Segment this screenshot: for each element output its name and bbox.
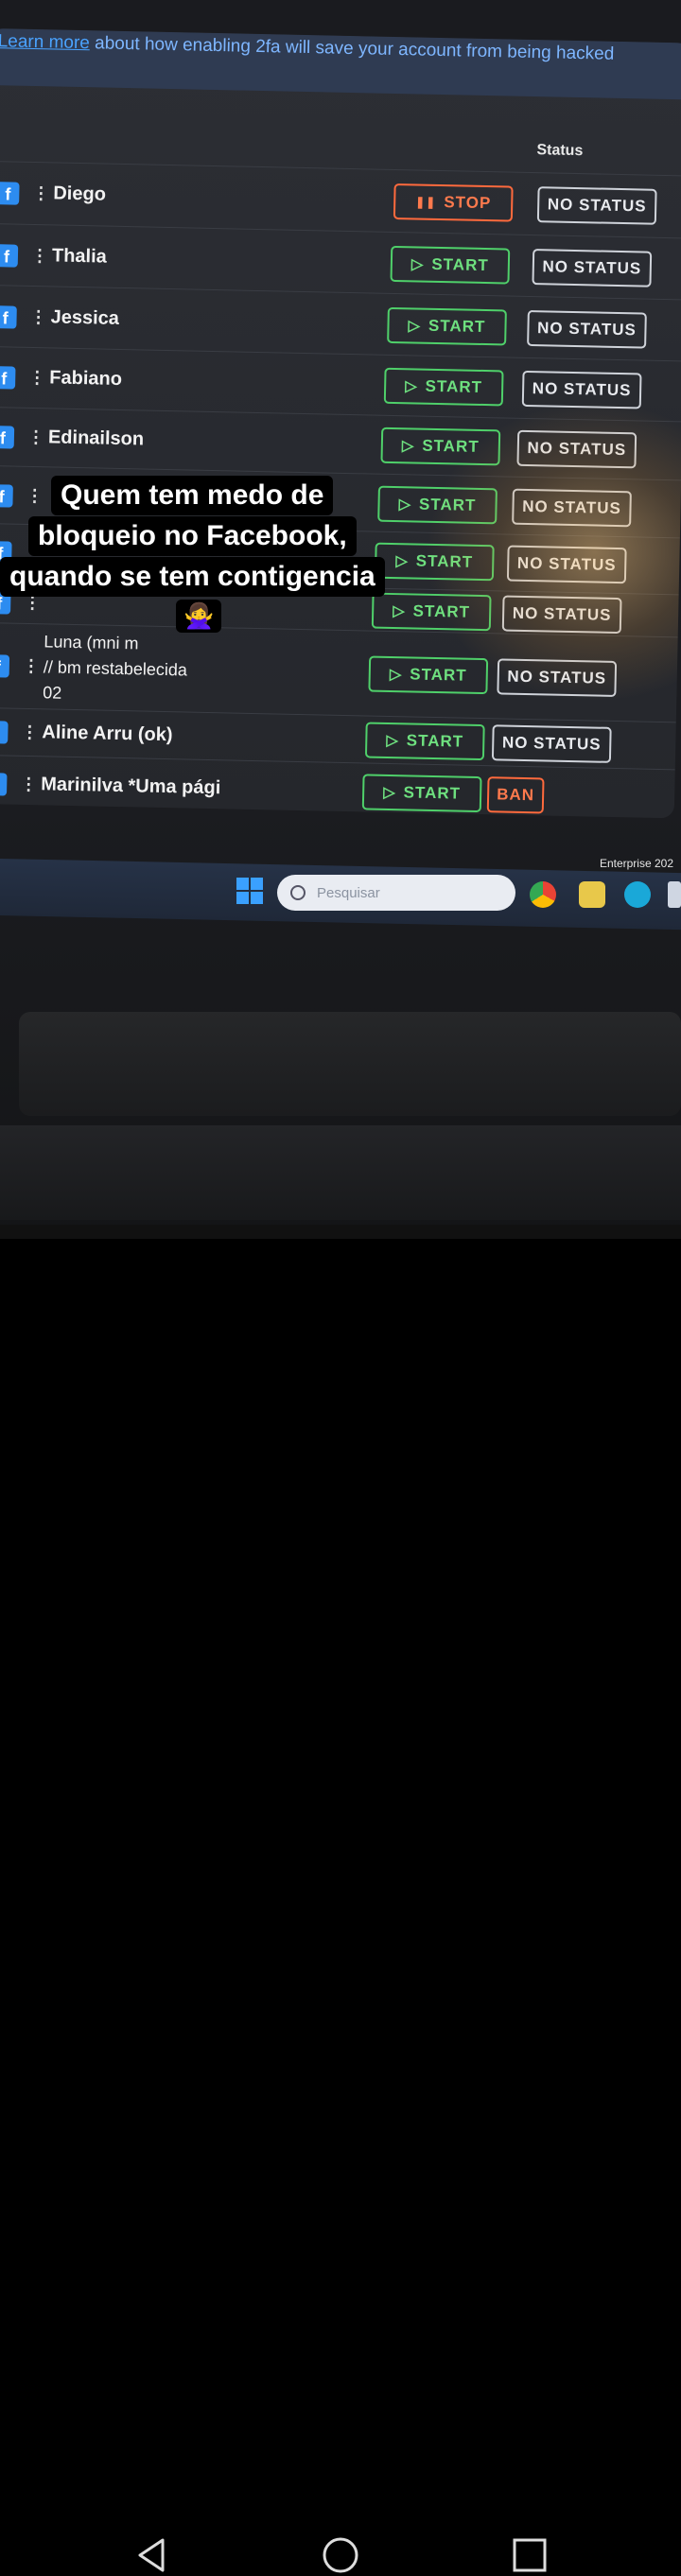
facebook-icon: f	[0, 483, 13, 508]
status-badge[interactable]: NO STATUS	[506, 545, 627, 584]
action-label: START	[431, 254, 489, 274]
play-icon: ▷	[393, 602, 406, 619]
account-name: Thalia	[51, 244, 108, 268]
account-name: Aline Arru (ok)	[42, 722, 173, 746]
account-name: Edinailson	[47, 426, 145, 450]
stop-button[interactable]: ❚❚ STOP	[393, 183, 514, 222]
play-icon: ▷	[401, 438, 415, 455]
android-navigation-bar	[0, 1239, 681, 2573]
action-label: START	[403, 783, 462, 803]
facebook-icon: f	[0, 305, 17, 329]
row-menu-icon[interactable]: ⋮	[20, 775, 37, 793]
action-label: START	[412, 600, 471, 621]
play-icon: ▷	[398, 496, 412, 513]
file-explorer-icon[interactable]	[668, 881, 681, 908]
facebook-icon: f	[0, 426, 15, 449]
play-icon: ▷	[383, 784, 396, 802]
account-name: Luna (mni m	[44, 632, 139, 653]
row-menu-icon[interactable]: ⋮	[21, 722, 38, 741]
start-button[interactable]: ▷ START	[371, 592, 492, 631]
start-button[interactable]: ▷ START	[361, 774, 482, 813]
row-menu-icon[interactable]: ⋮	[26, 485, 43, 504]
account-name: Marinilva *Uma pági	[41, 774, 221, 799]
status-badge[interactable]: NO STATUS	[512, 488, 632, 527]
home-icon[interactable]	[320, 2534, 361, 2576]
story-caption-line-3: quando se tem contigencia	[0, 557, 385, 597]
facebook-icon: f	[0, 773, 8, 796]
story-caption-emoji: 🙅‍♀️	[176, 600, 222, 633]
back-icon[interactable]	[131, 2534, 172, 2576]
play-icon: ▷	[405, 378, 418, 395]
play-icon: ▷	[386, 732, 399, 750]
banner-text: about how enabling 2fa will save your ac…	[89, 33, 615, 64]
action-label: START	[410, 665, 467, 685]
taskbar-search-box[interactable]: Pesquisar	[277, 875, 515, 911]
row-menu-icon[interactable]: ⋮	[32, 183, 49, 202]
status-badge[interactable]: NO STATUS	[532, 248, 653, 287]
laptop-base	[0, 1125, 681, 1220]
start-button[interactable]: ▷ START	[390, 245, 511, 285]
facebook-icon: f	[0, 721, 9, 744]
account-name: Diego	[53, 183, 107, 205]
action-label: START	[422, 436, 480, 456]
start-button[interactable]: ▷ START	[387, 306, 507, 345]
photo-background: Learn more about how enabling 2fa will s…	[0, 0, 681, 1239]
row-menu-icon[interactable]: ⋮	[23, 656, 40, 675]
keyboard-edge	[0, 1225, 681, 1239]
monitor-screen: Learn more about how enabling 2fa will s…	[0, 28, 681, 819]
start-button[interactable]: ▷ START	[380, 426, 501, 466]
account-name-line-3: 02	[43, 683, 62, 703]
start-button[interactable]: ▷ START	[368, 655, 489, 695]
action-label: START	[406, 731, 464, 751]
action-label: START	[415, 551, 474, 571]
learn-more-link[interactable]: Learn more	[0, 31, 90, 53]
story-caption-line-1: Quem tem medo de	[51, 476, 334, 515]
facebook-icon: f	[0, 182, 20, 205]
facebook-icon: f	[0, 243, 19, 268]
chrome-icon[interactable]	[530, 881, 556, 908]
play-icon: ▷	[410, 255, 425, 273]
start-button[interactable]: ▷ START	[383, 367, 504, 407]
canva-icon[interactable]	[624, 881, 651, 908]
row-menu-icon[interactable]: ⋮	[28, 368, 45, 387]
row-menu-icon[interactable]: ⋮	[29, 306, 46, 325]
status-badge[interactable]: NO STATUS	[497, 658, 618, 698]
action-label: STOP	[444, 193, 492, 213]
start-button[interactable]: ▷ START	[374, 542, 495, 582]
status-badge[interactable]: NO STATUS	[521, 370, 642, 409]
play-icon: ▷	[395, 553, 409, 570]
account-name: Fabiano	[49, 367, 123, 390]
action-label: START	[418, 495, 477, 514]
status-badge[interactable]: NO STATUS	[527, 309, 647, 349]
play-icon: ▷	[389, 666, 403, 684]
account-name-line-2: // bm restabelecida	[43, 657, 188, 680]
pause-icon: ❚❚	[415, 195, 437, 209]
start-button[interactable]: ▷ START	[364, 722, 485, 761]
start-button[interactable]: ▷ START	[377, 485, 498, 524]
account-name: Jessica	[50, 305, 120, 329]
windows-edition-label: Enterprise 202	[599, 857, 673, 870]
story-caption-line-2: bloqueio no Facebook,	[28, 516, 357, 556]
status-badge[interactable]: NO STATUS	[536, 186, 657, 225]
status-column-header: Status	[536, 142, 584, 160]
status-badge[interactable]: NO STATUS	[516, 429, 637, 469]
status-badge[interactable]: NO STATUS	[491, 724, 612, 763]
search-icon	[290, 885, 306, 900]
status-badge[interactable]: NO STATUS	[501, 594, 622, 634]
laptop-deck	[19, 1012, 681, 1116]
security-banner: Learn more about how enabling 2fa will s…	[0, 28, 681, 100]
action-label: START	[428, 316, 486, 336]
action-label: START	[425, 376, 483, 396]
row-menu-icon[interactable]: ⋮	[27, 427, 44, 446]
search-placeholder: Pesquisar	[317, 884, 380, 901]
ban-status-badge[interactable]: BAN	[486, 776, 545, 814]
account-row: f ⋮// bm restabelecida 02 Luna (mni m ▷ START…	[0, 621, 678, 723]
recents-icon[interactable]	[509, 2534, 550, 2576]
row-menu-icon[interactable]: ⋮	[31, 245, 48, 264]
app-crown-icon[interactable]	[579, 881, 605, 908]
facebook-icon: f	[0, 366, 16, 390]
facebook-icon: f	[0, 654, 10, 678]
windows-start-icon[interactable]	[236, 878, 263, 904]
play-icon: ▷	[408, 317, 422, 335]
